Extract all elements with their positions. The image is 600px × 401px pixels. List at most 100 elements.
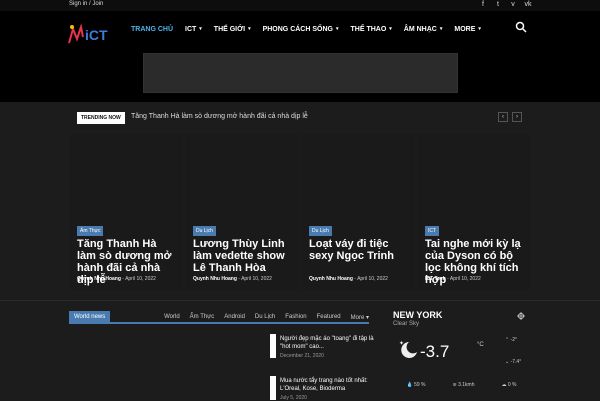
chevron-down-icon: ▾ [199, 26, 202, 32]
weather-high: ⌃ -2° [505, 337, 517, 343]
top-bar: Sign in / Join f t v vk [0, 0, 600, 11]
trending-next-button[interactable]: › [512, 112, 522, 122]
trending-bar: TRENDING NOW Tăng Thanh Hà làm sò dương … [0, 102, 600, 130]
weather-high-value: -2° [510, 337, 518, 343]
humidity-value: 59 % [414, 382, 426, 388]
weather-low: ⌄ -7.4° [505, 359, 521, 365]
trending-title[interactable]: Tăng Thanh Hà làm sò dương mở hành đãi c… [131, 113, 308, 120]
news-thumbnail[interactable] [270, 334, 276, 358]
chevron-down-icon: ▾ [389, 26, 392, 32]
featured-grid: Ẩm Thực Tăng Thanh Hà làm sò dương mở hà… [69, 134, 531, 290]
world-news-tabs: World Ẩm Thực Android Du Lịch Fashion Fe… [164, 314, 369, 321]
nav-home[interactable]: TRANG CHỦ [125, 19, 179, 39]
world-news-label: World news [69, 311, 111, 324]
vk-icon[interactable]: vk [524, 1, 532, 8]
tab-featured[interactable]: Featured [317, 314, 341, 321]
nav-music[interactable]: ÂM NHẠC ▾ [398, 19, 449, 39]
tab-android[interactable]: Android [224, 314, 245, 321]
clouds-stat: ☁ 0 % [501, 382, 516, 388]
card-meta: Quynh Nhu Hoang - April 10, 2022 [77, 276, 156, 282]
wind-value: 3.1kmh [458, 382, 475, 388]
social-icons: f t v vk [479, 1, 532, 8]
nav-world[interactable]: THẾ GIỚI ▾ [208, 19, 257, 39]
tab-du-lich[interactable]: Du Lịch [255, 314, 275, 321]
weather-desc: Clear Sky [393, 321, 420, 327]
card-author[interactable]: ICT Tech [425, 276, 446, 282]
nav-label: THỂ THAO [350, 25, 387, 33]
weather-unit: °C [477, 342, 484, 348]
news-date: July 5, 2020 [280, 395, 307, 401]
featured-card[interactable]: Du Lịch Lương Thùy Linh làm vedette show… [185, 134, 299, 290]
site-header: iCT TRANG CHỦ ICT ▾ THẾ GIỚI ▾ PHONG CÁCH … [0, 11, 600, 102]
weather-stats: 💧 59 % ≋ 3.1kmh ☁ 0 % [393, 382, 530, 388]
tab-world[interactable]: World [164, 314, 180, 321]
humidity-stat: 💧 59 % [406, 382, 425, 388]
card-meta: ICT Tech - April 10, 2022 [425, 276, 481, 282]
category-tag[interactable]: Ẩm Thực [77, 226, 104, 236]
vimeo-icon[interactable]: v [509, 1, 517, 8]
featured-card[interactable]: ICT Tai nghe mới kỳ lạ của Dyson có bộ l… [417, 134, 531, 290]
signin-link[interactable]: Sign in / Join [69, 1, 103, 7]
chevron-down-icon: ▾ [439, 26, 443, 32]
list-item[interactable]: Người đẹp mặc áo "toang" đi tập là "hot … [280, 335, 375, 359]
card-date: April 10, 2022 [125, 276, 156, 282]
card-date: April 10, 2022 [357, 276, 388, 282]
twitter-icon[interactable]: t [494, 1, 502, 8]
weather-low-value: -7.4° [510, 359, 522, 365]
card-date: April 10, 2022 [241, 276, 272, 282]
card-author[interactable]: Quynh Nhu Hoang [193, 276, 237, 282]
ad-banner[interactable] [143, 53, 458, 93]
svg-text:✦: ✦ [399, 340, 404, 347]
chevron-down-icon: ▾ [248, 26, 251, 32]
card-author[interactable]: Quynh Nhu Hoang [309, 276, 353, 282]
card-meta: Quynh Nhu Hoang - April 10, 2022 [193, 276, 272, 282]
main-nav: TRANG CHỦ ICT ▾ THẾ GIỚI ▾ PHONG CÁCH SỐNG… [125, 19, 487, 39]
category-tag[interactable]: ICT [425, 226, 440, 236]
tab-fashion[interactable]: Fashion [285, 314, 306, 321]
humidity-icon: 💧 [406, 382, 415, 388]
tab-more[interactable]: More ▾ [351, 314, 369, 321]
nav-more[interactable]: MORE ▾ [448, 19, 487, 39]
trending-prev-button[interactable]: ‹ [498, 112, 508, 122]
facebook-icon[interactable]: f [479, 1, 487, 8]
featured-card[interactable]: Ẩm Thực Tăng Thanh Hà làm sò dương mở hà… [69, 134, 183, 290]
card-author[interactable]: Quynh Nhu Hoang [77, 276, 121, 282]
section-divider [0, 300, 600, 301]
nav-label: TRANG CHỦ [131, 25, 173, 33]
nav-label: PHONG CÁCH SỐNG [262, 25, 333, 33]
card-date: April 10, 2022 [449, 276, 481, 282]
news-thumbnail[interactable] [270, 376, 276, 400]
featured-card[interactable]: Du Lịch Loạt váy đi tiệc sexy Ngọc Trinh… [301, 134, 415, 290]
category-tag[interactable]: Du Lịch [193, 226, 216, 236]
world-news-header: World news World Ẩm Thực Android Du Lịch… [69, 311, 369, 324]
moon-icon: ✦ [399, 340, 417, 358]
nav-label: MORE [454, 25, 476, 33]
trending-badge: TRENDING NOW [77, 112, 125, 124]
nav-label: ÂM NHẠC [403, 25, 437, 33]
card-title[interactable]: Lương Thùy Linh làm vedette show Lê Than… [193, 238, 293, 274]
category-tag[interactable]: Du Lịch [309, 226, 332, 236]
list-item[interactable]: Mua nước tẩy trang nào tốt nhất: L'Oreal… [280, 377, 375, 401]
news-title[interactable]: Người đẹp mặc áo "toang" đi tập là "hot … [280, 335, 375, 351]
site-logo[interactable]: iCT [67, 23, 117, 45]
card-title[interactable]: Loạt váy đi tiệc sexy Ngọc Trinh [309, 238, 409, 262]
nav-lifestyle[interactable]: PHONG CÁCH SỐNG ▾ [257, 19, 345, 39]
weather-city: NEW YORK [393, 310, 443, 320]
tab-am-thuc[interactable]: Ẩm Thực [190, 314, 215, 321]
search-icon[interactable] [515, 21, 527, 33]
clouds-value: 0 % [507, 382, 517, 388]
chevron-down-icon: ▾ [335, 26, 339, 32]
card-meta: Quynh Nhu Hoang - April 10, 2022 [309, 276, 388, 282]
nav-label: THẾ GIỚI [213, 25, 246, 33]
nav-ict[interactable]: ICT ▾ [179, 19, 208, 39]
logo-text: iCT [85, 27, 108, 43]
location-icon[interactable] [517, 312, 525, 320]
wind-stat: ≋ 3.1kmh [453, 382, 475, 388]
weather-widget: NEW YORK Clear Sky ✦ -3.7 °C ⌃ -2° ⌄ -7.… [393, 310, 530, 400]
chevron-down-icon: ▾ [478, 26, 481, 32]
nav-sports[interactable]: THỂ THAO ▾ [345, 19, 398, 39]
news-date: December 21, 2020 [280, 353, 324, 359]
nav-label: ICT [185, 25, 197, 33]
news-title[interactable]: Mua nước tẩy trang nào tốt nhất: L'Oreal… [280, 377, 375, 393]
weather-temp: -3.7 [420, 342, 450, 361]
